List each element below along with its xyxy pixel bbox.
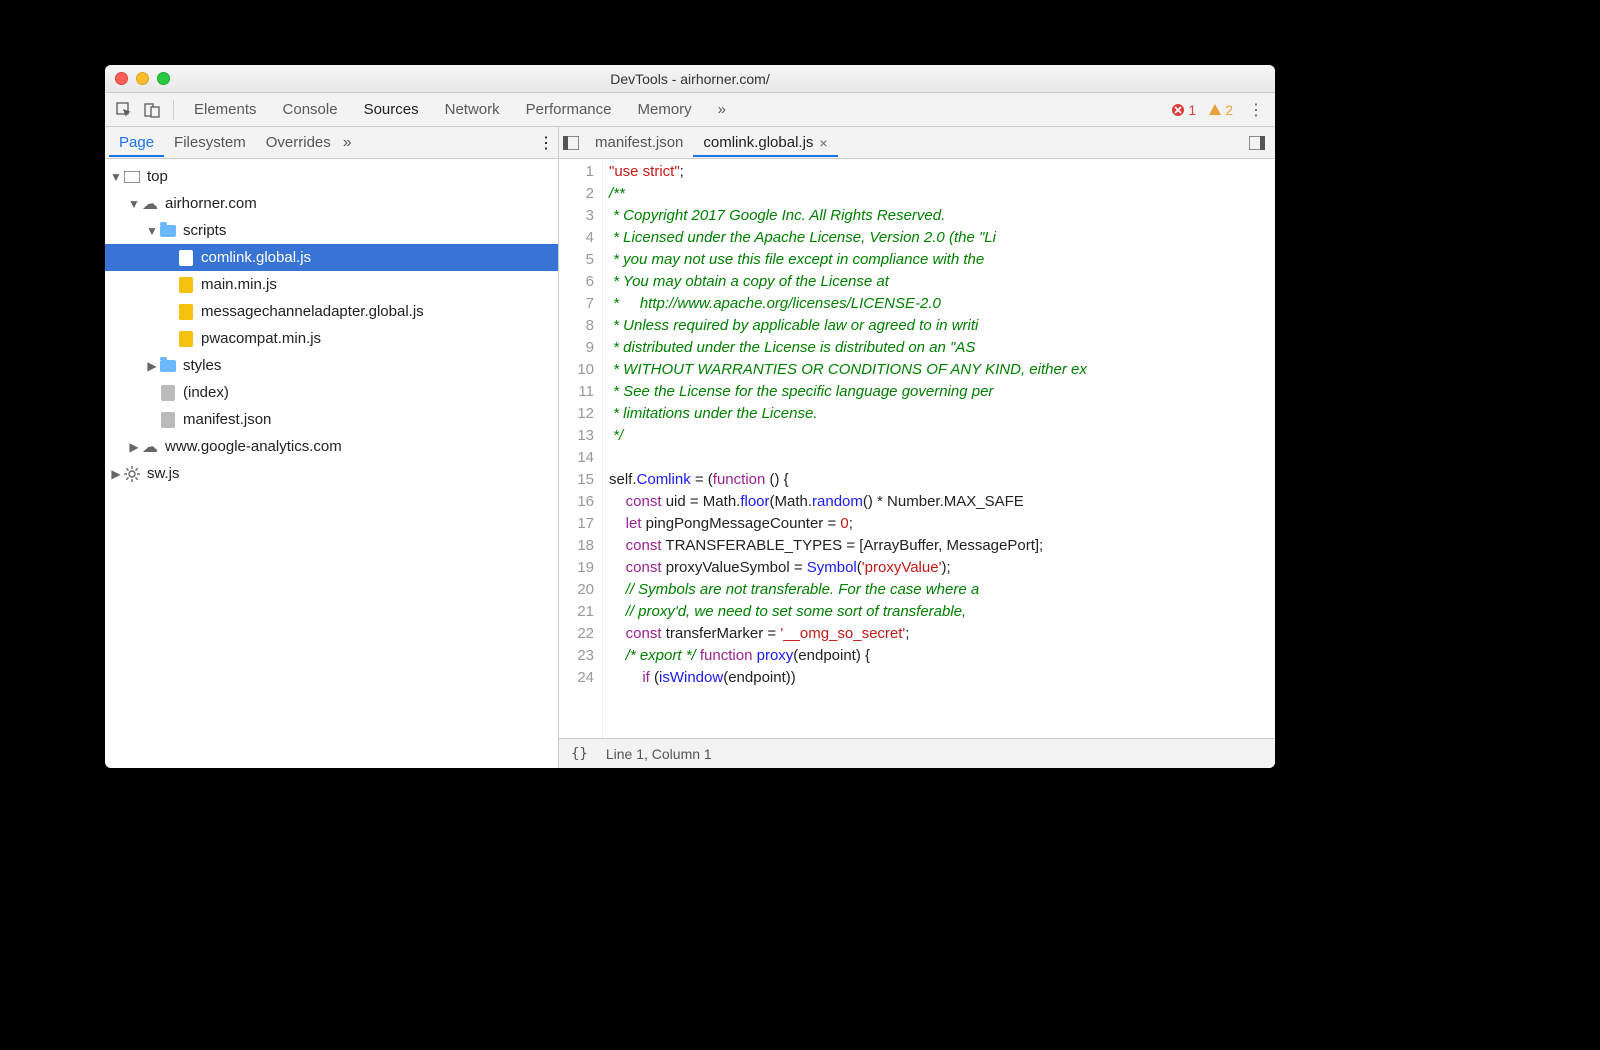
tree-label: (index) [183, 384, 229, 401]
disclosure-triangle-icon: ▼ [109, 170, 123, 184]
warn-count-text: 2 [1225, 102, 1233, 118]
tab-elements[interactable]: Elements [184, 95, 267, 124]
tree-file-pwacompat[interactable]: pwacompat.min.js [105, 325, 558, 352]
js-file-icon [177, 249, 195, 267]
editor-statusbar: {} Line 1, Column 1 [559, 738, 1275, 768]
close-tab-icon[interactable]: × [819, 135, 827, 151]
tree-folder-scripts[interactable]: ▼ scripts [105, 217, 558, 244]
tree-file-index[interactable]: (index) [105, 379, 558, 406]
zoom-window-button[interactable] [157, 72, 170, 85]
tree-label: www.google-analytics.com [165, 438, 342, 455]
close-window-button[interactable] [115, 72, 128, 85]
main-split: Page Filesystem Overrides » ⋮ ▼ top ▼ ☁ … [105, 127, 1275, 768]
tab-network[interactable]: Network [435, 95, 510, 124]
navigator-tab-overrides[interactable]: Overrides [256, 128, 341, 157]
disclosure-triangle-icon: ▼ [127, 197, 141, 211]
tree-domain-ga[interactable]: ▶ ☁ www.google-analytics.com [105, 433, 558, 460]
navigator-tab-filesystem[interactable]: Filesystem [164, 128, 256, 157]
tree-label: sw.js [147, 465, 180, 482]
code-content: "use strict";/** * Copyright 2017 Google… [603, 159, 1275, 738]
inspect-element-icon[interactable] [113, 99, 135, 121]
separator [173, 100, 174, 120]
cloud-icon: ☁ [141, 195, 159, 213]
devtools-window: DevTools - airhorner.com/ Elements Conso… [105, 65, 1275, 768]
gear-icon [123, 465, 141, 483]
js-file-icon [177, 276, 195, 294]
cursor-position: Line 1, Column 1 [606, 746, 712, 762]
file-tab-comlink[interactable]: comlink.global.js × [693, 128, 837, 157]
disclosure-triangle-icon: ▶ [127, 440, 141, 454]
toggle-navigator-icon[interactable] [563, 136, 585, 150]
navigator-tab-overflow[interactable]: » [343, 134, 352, 152]
tree-folder-styles[interactable]: ▶ styles [105, 352, 558, 379]
warning-icon [1208, 103, 1222, 117]
file-tree: ▼ top ▼ ☁ airhorner.com ▼ scripts comlin… [105, 159, 558, 768]
tree-label: styles [183, 357, 221, 374]
tree-label: pwacompat.min.js [201, 330, 321, 347]
pretty-print-icon[interactable]: {} [571, 746, 588, 762]
traffic-lights [105, 72, 170, 85]
tree-label: airhorner.com [165, 195, 257, 212]
error-icon [1171, 103, 1185, 117]
tree-file-comlink[interactable]: comlink.global.js [105, 244, 558, 271]
tab-performance[interactable]: Performance [516, 95, 622, 124]
folder-icon [159, 357, 177, 375]
titlebar: DevTools - airhorner.com/ [105, 65, 1275, 93]
tree-label: scripts [183, 222, 226, 239]
navigator-menu-icon[interactable]: ⋮ [538, 133, 554, 153]
toggle-debugger-icon[interactable] [1249, 136, 1271, 150]
warning-counter[interactable]: 2 [1208, 102, 1233, 118]
tree-label: comlink.global.js [201, 249, 311, 266]
file-tab-label: manifest.json [595, 134, 683, 151]
device-toolbar-icon[interactable] [141, 99, 163, 121]
navigator-tabs: Page Filesystem Overrides » ⋮ [105, 127, 558, 159]
editor-tabs: manifest.json comlink.global.js × [559, 127, 1275, 159]
code-editor[interactable]: 123456789101112131415161718192021222324 … [559, 159, 1275, 738]
js-file-icon [177, 303, 195, 321]
cloud-icon: ☁ [141, 438, 159, 456]
tree-sw[interactable]: ▶ sw.js [105, 460, 558, 487]
tree-label: main.min.js [201, 276, 277, 293]
error-counter[interactable]: 1 [1171, 102, 1196, 118]
tab-memory[interactable]: Memory [628, 95, 702, 124]
document-icon [159, 411, 177, 429]
tree-file-manifest[interactable]: manifest.json [105, 406, 558, 433]
js-file-icon [177, 330, 195, 348]
kebab-menu-icon[interactable]: ⋮ [1245, 99, 1267, 121]
frame-icon [123, 168, 141, 186]
editor-pane: manifest.json comlink.global.js × 123456… [559, 127, 1275, 768]
tab-overflow[interactable]: » [708, 95, 736, 124]
panel-toolbar: Elements Console Sources Network Perform… [105, 93, 1275, 127]
tab-sources[interactable]: Sources [354, 95, 429, 124]
tree-top[interactable]: ▼ top [105, 163, 558, 190]
navigator-tab-page[interactable]: Page [109, 128, 164, 157]
tree-label: manifest.json [183, 411, 271, 428]
tree-file-mainmin[interactable]: main.min.js [105, 271, 558, 298]
file-tab-manifest[interactable]: manifest.json [585, 128, 693, 157]
disclosure-triangle-icon: ▶ [145, 359, 159, 373]
document-icon [159, 384, 177, 402]
tree-domain[interactable]: ▼ ☁ airhorner.com [105, 190, 558, 217]
window-title: DevTools - airhorner.com/ [105, 71, 1275, 87]
disclosure-triangle-icon: ▶ [109, 467, 123, 481]
navigator-pane: Page Filesystem Overrides » ⋮ ▼ top ▼ ☁ … [105, 127, 559, 768]
minimize-window-button[interactable] [136, 72, 149, 85]
folder-icon [159, 222, 177, 240]
tree-file-mca[interactable]: messagechanneladapter.global.js [105, 298, 558, 325]
line-gutter: 123456789101112131415161718192021222324 [559, 159, 603, 738]
error-count-text: 1 [1188, 102, 1196, 118]
tree-label: messagechanneladapter.global.js [201, 303, 424, 320]
tree-label: top [147, 168, 168, 185]
tab-console[interactable]: Console [273, 95, 348, 124]
disclosure-triangle-icon: ▼ [145, 224, 159, 238]
file-tab-label: comlink.global.js [703, 134, 813, 151]
